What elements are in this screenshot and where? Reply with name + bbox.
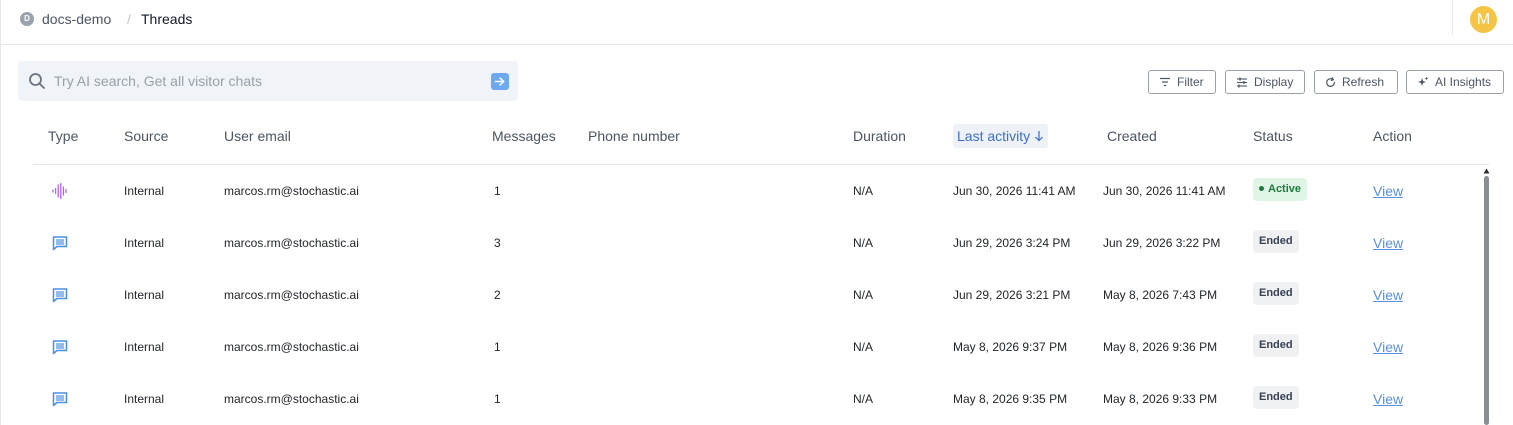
refresh-label: Refresh (1342, 75, 1385, 89)
cell-duration: N/A (853, 184, 874, 198)
chat-bubble-icon (52, 340, 68, 355)
table-row[interactable]: Internal marcos.rm@stochastic.ai 1 N/A M… (33, 373, 1481, 425)
column-header-action[interactable]: Action (1373, 128, 1412, 144)
status-dot (1259, 186, 1264, 191)
breadcrumb-workspace[interactable]: docs-demo (42, 11, 111, 27)
cell-created: May 8, 2026 7:43 PM (1103, 288, 1218, 302)
table-row[interactable]: Internal marcos.rm@stochastic.ai 3 N/A J… (33, 217, 1481, 269)
cell-created: Jun 30, 2026 11:41 AM (1103, 184, 1226, 198)
top-bar: D docs-demo / Threads M (1, 0, 1513, 45)
cell-last-activity: Jun 30, 2026 11:41 AM (953, 184, 1076, 198)
table-row[interactable]: Internal marcos.rm@stochastic.ai 1 N/A J… (33, 165, 1481, 217)
column-header-user-email[interactable]: User email (224, 128, 291, 144)
search-input[interactable] (54, 71, 474, 91)
page-title: Threads (141, 11, 193, 27)
status-badge: Ended (1253, 386, 1299, 409)
view-link[interactable]: View (1373, 183, 1403, 199)
cell-duration: N/A (853, 392, 874, 406)
status-badge: Ended (1253, 230, 1299, 253)
column-header-messages[interactable]: Messages (492, 128, 556, 144)
ai-insights-label: AI Insights (1435, 75, 1492, 89)
table-scrollbar-thumb[interactable] (1484, 176, 1489, 425)
filter-label: Filter (1177, 75, 1204, 89)
column-header-duration[interactable]: Duration (853, 128, 906, 144)
search-icon (29, 73, 45, 89)
cell-last-activity: May 8, 2026 9:35 PM (953, 392, 1068, 406)
cell-source: Internal (124, 288, 165, 302)
cell-last-activity: May 8, 2026 9:37 PM (953, 340, 1068, 354)
cell-user-email: marcos.rm@stochastic.ai (224, 288, 359, 302)
cell-source: Internal (124, 340, 165, 354)
column-header-source[interactable]: Source (124, 128, 168, 144)
column-header-status[interactable]: Status (1253, 128, 1293, 144)
cell-source: Internal (124, 184, 165, 198)
refresh-icon (1326, 76, 1335, 87)
left-border (0, 0, 1, 425)
ai-search-bar (18, 61, 518, 101)
status-badge: Ended (1253, 282, 1299, 305)
chat-bubble-icon (52, 288, 68, 303)
threads-page: D docs-demo / Threads M Filter (0, 0, 1513, 425)
arrow-right-icon (494, 77, 505, 86)
breadcrumb-separator: / (127, 11, 131, 27)
cell-duration: N/A (853, 236, 874, 250)
arrow-down-icon (1035, 131, 1044, 142)
cell-messages: 1 (494, 392, 501, 406)
view-link[interactable]: View (1373, 391, 1403, 407)
sliders-icon (1237, 77, 1247, 87)
workspace-icon: D (20, 12, 34, 26)
scroll-up-arrow-icon[interactable] (1483, 168, 1490, 174)
cell-messages: 3 (494, 236, 501, 250)
filter-icon (1160, 77, 1170, 87)
column-header-created[interactable]: Created (1107, 128, 1157, 144)
cell-messages: 2 (494, 288, 501, 302)
view-link[interactable]: View (1373, 287, 1403, 303)
display-button[interactable]: Display (1225, 70, 1305, 94)
cell-duration: N/A (853, 288, 874, 302)
cell-last-activity: Jun 29, 2026 3:24 PM (953, 236, 1071, 250)
column-header-last-activity[interactable]: Last activity (953, 124, 1049, 148)
filter-button[interactable]: Filter (1148, 70, 1216, 94)
cell-user-email: marcos.rm@stochastic.ai (224, 340, 359, 354)
cell-messages: 1 (494, 340, 501, 354)
user-avatar[interactable]: M (1470, 6, 1497, 33)
column-header-phone-number[interactable]: Phone number (588, 128, 680, 144)
cell-messages: 1 (494, 184, 501, 198)
ai-insights-button[interactable]: AI Insights (1406, 70, 1504, 94)
cell-user-email: marcos.rm@stochastic.ai (224, 184, 359, 198)
table-row[interactable]: Internal marcos.rm@stochastic.ai 2 N/A J… (33, 269, 1481, 321)
refresh-button[interactable]: Refresh (1314, 70, 1398, 94)
display-label: Display (1254, 75, 1294, 89)
cell-user-email: marcos.rm@stochastic.ai (224, 236, 359, 250)
sparkle-icon (1418, 76, 1429, 86)
cell-user-email: marcos.rm@stochastic.ai (224, 392, 359, 406)
cell-last-activity: Jun 29, 2026 3:21 PM (953, 288, 1071, 302)
chat-bubble-icon (52, 236, 68, 251)
column-header-type[interactable]: Type (48, 128, 78, 144)
waveform-icon (52, 182, 67, 200)
cell-source: Internal (124, 392, 165, 406)
last-activity-label: Last activity (957, 128, 1031, 144)
chat-bubble-icon (52, 392, 68, 407)
table-row[interactable]: Internal marcos.rm@stochastic.ai 1 N/A M… (33, 321, 1481, 373)
cell-created: May 8, 2026 9:33 PM (1103, 392, 1218, 406)
view-link[interactable]: View (1373, 339, 1403, 355)
status-badge: Ended (1253, 334, 1299, 357)
status-label: Active (1268, 183, 1302, 195)
search-submit-button[interactable] (491, 73, 509, 90)
cell-source: Internal (124, 236, 165, 250)
cell-created: May 8, 2026 9:36 PM (1103, 340, 1218, 354)
view-link[interactable]: View (1373, 235, 1403, 251)
header-divider (1452, 0, 1453, 35)
status-badge: Active (1253, 178, 1308, 201)
cell-duration: N/A (853, 340, 874, 354)
cell-created: Jun 29, 2026 3:22 PM (1103, 236, 1221, 250)
table-header: Type Source User email Messages Phone nu… (33, 120, 1489, 165)
